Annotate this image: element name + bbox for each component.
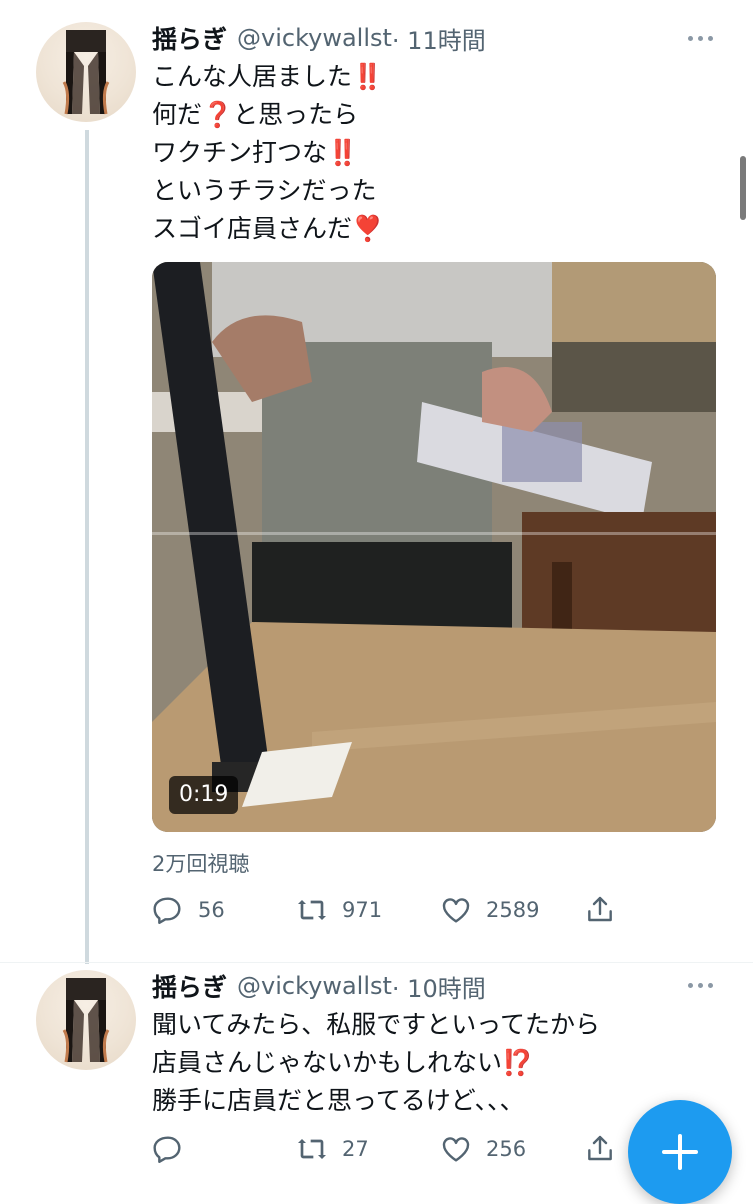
share-button[interactable] (584, 1131, 616, 1167)
tweet-header: 揺らぎ @vickywallst · 10時間 (152, 968, 486, 1004)
handle[interactable]: @vickywallst (237, 972, 392, 1000)
display-name[interactable]: 揺らぎ (152, 968, 227, 1004)
like-icon (442, 1137, 470, 1162)
share-icon (588, 1135, 612, 1161)
tweet-line: 勝手に店員だと思ってるけど、、、 (152, 1086, 525, 1115)
retweet-icon (298, 1139, 326, 1159)
avatar-image (62, 978, 110, 1063)
tweet-text: 聞いてみたら、私服ですといってたから 店員さんじゃないかもしれない⁉️ 勝手に店… (152, 1006, 600, 1120)
like-button[interactable]: 256 (440, 1131, 584, 1167)
scrollbar[interactable] (740, 156, 746, 220)
compose-plus-icon (662, 1134, 698, 1170)
timestamp[interactable]: · 10時間 (392, 969, 486, 1004)
more-icon[interactable] (688, 983, 713, 988)
compose-button[interactable] (628, 1100, 732, 1204)
action-bar: 27 256 (152, 1131, 616, 1167)
tweet-2[interactable]: 揺らぎ @vickywallst · 10時間 聞いてみたら、私服ですといってた… (0, 0, 753, 1200)
tweet-line: 店員さんじゃないかもしれない⁉️ (152, 1048, 534, 1077)
retweet-count: 27 (342, 1137, 369, 1161)
avatar[interactable] (36, 970, 136, 1070)
retweet-button[interactable]: 27 (296, 1131, 440, 1167)
reply-icon (153, 1136, 181, 1163)
tweet-line: 聞いてみたら、私服ですといってたから (152, 1010, 601, 1039)
like-count: 256 (486, 1137, 527, 1161)
reply-button[interactable] (152, 1131, 296, 1167)
